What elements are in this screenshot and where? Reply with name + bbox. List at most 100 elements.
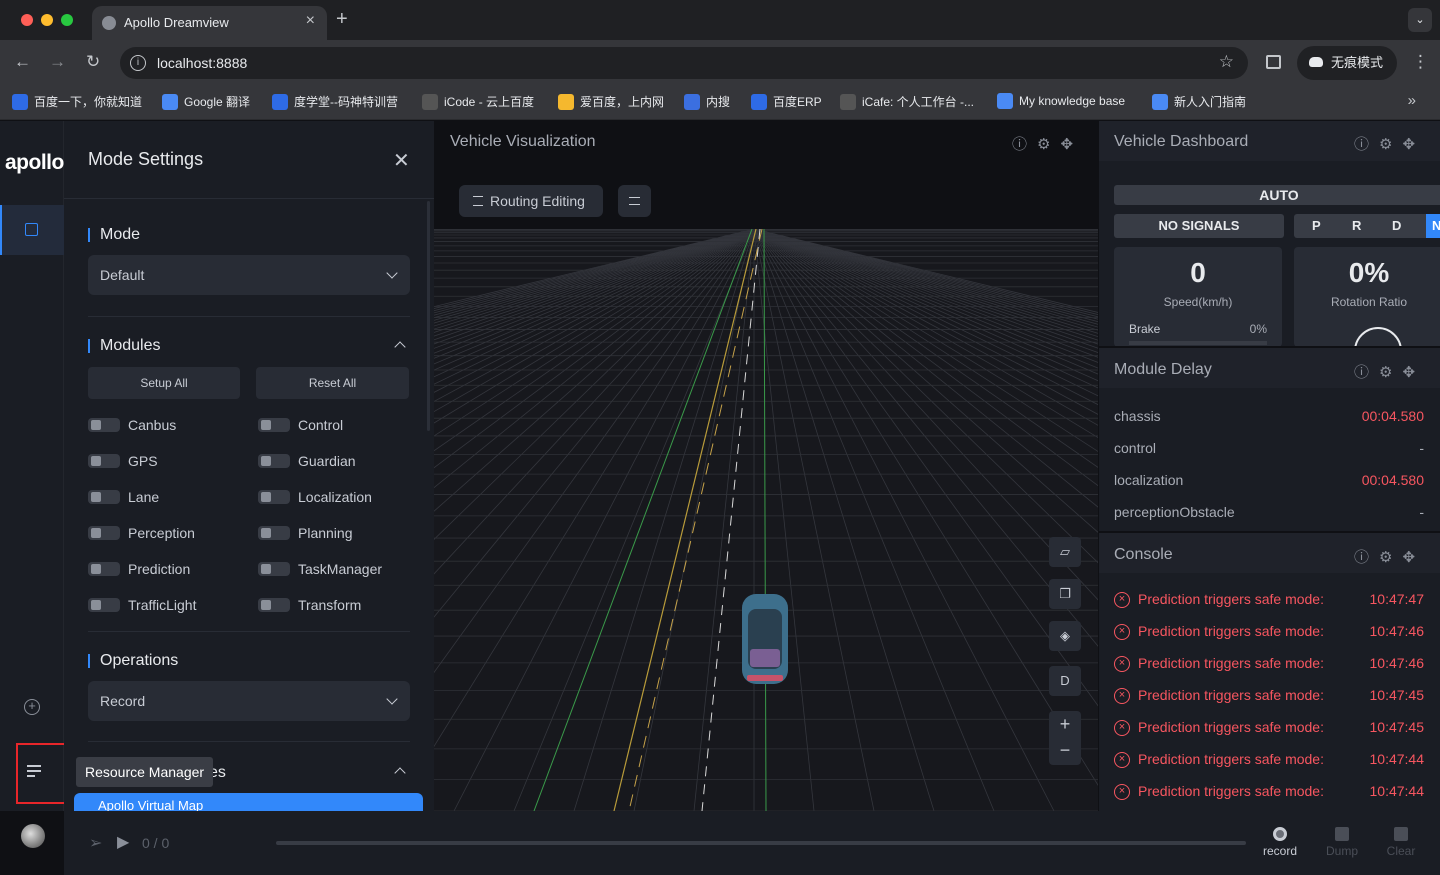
- module-toggle-guardian[interactable]: Guardian: [258, 453, 356, 469]
- rotation-gauge: 0% Rotation Ratio: [1294, 247, 1440, 346]
- bookmark-icon: [422, 94, 438, 110]
- bookmark-icon: [840, 94, 856, 110]
- bookmark-item[interactable]: 爱百度，上内网: [558, 93, 664, 110]
- reset-all-button[interactable]: Reset All: [256, 367, 409, 399]
- view-mode-button[interactable]: D: [1049, 666, 1081, 696]
- browser-menu-icon[interactable]: ⋮: [1412, 52, 1429, 72]
- zoom-in-icon[interactable]: +: [1060, 714, 1071, 734]
- nav-resource-manager[interactable]: [16, 743, 69, 804]
- incognito-badge[interactable]: 无痕模式: [1297, 46, 1397, 80]
- bookmark-item[interactable]: 百度一下，你就知道: [12, 93, 142, 110]
- module-toggle-gps[interactable]: GPS: [88, 453, 158, 469]
- bookmark-item[interactable]: 百度ERP: [751, 93, 822, 110]
- driving-mode-badge: AUTO: [1114, 185, 1440, 205]
- module-delay-value: -: [1419, 440, 1424, 456]
- help-icon[interactable]: ⓘ: [1012, 136, 1037, 153]
- move-icon[interactable]: ✥: [1402, 136, 1425, 153]
- module-toggle-taskmanager[interactable]: TaskManager: [258, 561, 382, 577]
- module-toggle-canbus[interactable]: Canbus: [88, 417, 176, 433]
- routing-editing-button[interactable]: Routing Editing: [459, 185, 603, 217]
- chevron-up-icon[interactable]: [394, 341, 406, 353]
- mode-select[interactable]: Default: [88, 255, 410, 295]
- chevron-down-icon: [386, 693, 398, 705]
- bookmark-item[interactable]: 内搜: [684, 93, 730, 110]
- ruler-icon[interactable]: ▱: [1049, 537, 1081, 567]
- bookmark-star-icon[interactable]: ☆: [1219, 52, 1234, 72]
- panel-title: Console: [1114, 546, 1173, 563]
- back-arrow-icon[interactable]: ←: [14, 52, 31, 72]
- bookmark-icon: [12, 94, 28, 110]
- reload-icon[interactable]: ↻: [86, 52, 100, 72]
- gear-icon[interactable]: ⚙: [1379, 549, 1402, 566]
- module-toggle-transform[interactable]: Transform: [258, 597, 361, 613]
- brake-label: Brake: [1129, 322, 1161, 336]
- minimize-window-button[interactable]: [41, 14, 53, 26]
- operations-select[interactable]: Record: [88, 681, 410, 721]
- zoom-control[interactable]: + −: [1049, 711, 1081, 765]
- more-bookmarks-icon[interactable]: »: [1408, 92, 1416, 109]
- close-tab-icon[interactable]: ×: [306, 12, 315, 30]
- move-icon[interactable]: ✥: [1060, 136, 1083, 153]
- side-panel-icon[interactable]: [1266, 55, 1281, 69]
- close-window-button[interactable]: [21, 14, 33, 26]
- tab-search-button[interactable]: ⌄: [1408, 8, 1432, 32]
- console-log-row: Prediction triggers safe mode: 10:47:44: [1114, 783, 1424, 800]
- bookmark-item[interactable]: Google 翻译: [162, 93, 250, 110]
- browser-tab[interactable]: Apollo Dreamview ×: [92, 6, 327, 40]
- module-toggle-perception[interactable]: Perception: [88, 525, 195, 541]
- panel-title: Vehicle Dashboard: [1114, 133, 1249, 150]
- module-delay-row: localization 00:04.580: [1114, 472, 1424, 488]
- address-bar[interactable]: i localhost:8888 ☆: [120, 47, 1248, 79]
- zoom-out-icon[interactable]: −: [1060, 740, 1071, 760]
- new-tab-button[interactable]: +: [336, 8, 348, 31]
- close-icon[interactable]: ✕: [393, 148, 410, 173]
- record-button[interactable]: record: [1255, 827, 1305, 858]
- divider: [88, 741, 410, 742]
- bookmark-item[interactable]: 新人入门指南: [1152, 93, 1246, 110]
- record-icon: [1273, 827, 1287, 841]
- bookmark-item[interactable]: 度学堂--码神特训营: [272, 93, 398, 110]
- site-info-icon[interactable]: i: [130, 55, 146, 71]
- bookmark-item[interactable]: My knowledge base: [997, 93, 1125, 109]
- gear-icon[interactable]: ⚙: [1379, 364, 1402, 381]
- console-log-row: Prediction triggers safe mode: 10:47:45: [1114, 687, 1424, 704]
- gear-r: R: [1352, 218, 1362, 233]
- module-toggle-localization[interactable]: Localization: [258, 489, 372, 505]
- help-icon[interactable]: ⓘ: [1354, 364, 1379, 381]
- mode-panel-scrollbar[interactable]: [427, 201, 430, 431]
- resource-item-virtual-map[interactable]: Apollo Virtual Map: [74, 793, 423, 811]
- gear-active: N: [1426, 214, 1440, 238]
- module-toggle-control[interactable]: Control: [258, 417, 343, 433]
- chevron-up-icon[interactable]: [394, 767, 406, 779]
- help-icon[interactable]: ⓘ: [1354, 136, 1379, 153]
- gear-icon[interactable]: ⚙: [1037, 136, 1060, 153]
- setup-all-button[interactable]: Setup All: [88, 367, 240, 399]
- gear-icon[interactable]: ⚙: [1379, 136, 1402, 153]
- bookmark-item[interactable]: iCafe: 个人工作台 -...: [840, 93, 974, 110]
- add-panel-icon[interactable]: +: [24, 699, 40, 715]
- url-text: localhost:8888: [157, 55, 248, 71]
- clear-button[interactable]: Clear: [1376, 827, 1426, 858]
- module-toggle-trafficlight[interactable]: TrafficLight: [88, 597, 196, 613]
- playback-slider[interactable]: [276, 841, 1246, 845]
- forward-arrow-icon[interactable]: →: [49, 52, 66, 72]
- module-toggle-prediction[interactable]: Prediction: [88, 561, 190, 577]
- move-icon[interactable]: ✥: [1402, 549, 1425, 566]
- layers-icon[interactable]: ◈: [1049, 621, 1081, 651]
- bookmark-item[interactable]: iCode - 云上百度: [422, 93, 534, 110]
- module-toggle-planning[interactable]: Planning: [258, 525, 353, 541]
- send-icon[interactable]: ➢: [89, 833, 102, 853]
- brake-bar: [1129, 341, 1267, 345]
- module-toggle-lane[interactable]: Lane: [88, 489, 159, 505]
- play-icon[interactable]: ▶: [117, 832, 129, 852]
- user-avatar[interactable]: [21, 824, 45, 848]
- nav-mode-settings[interactable]: [0, 205, 64, 255]
- route-options-button[interactable]: [618, 185, 651, 217]
- move-icon[interactable]: ✥: [1402, 364, 1425, 381]
- dreamview-app: apollo + Resource Manager Mode Settings …: [0, 121, 1440, 875]
- help-icon[interactable]: ⓘ: [1354, 549, 1379, 566]
- 3d-scene[interactable]: [434, 229, 1098, 811]
- copy-icon[interactable]: ❐: [1049, 579, 1081, 609]
- maximize-window-button[interactable]: [61, 14, 73, 26]
- dump-button[interactable]: Dump: [1317, 827, 1367, 858]
